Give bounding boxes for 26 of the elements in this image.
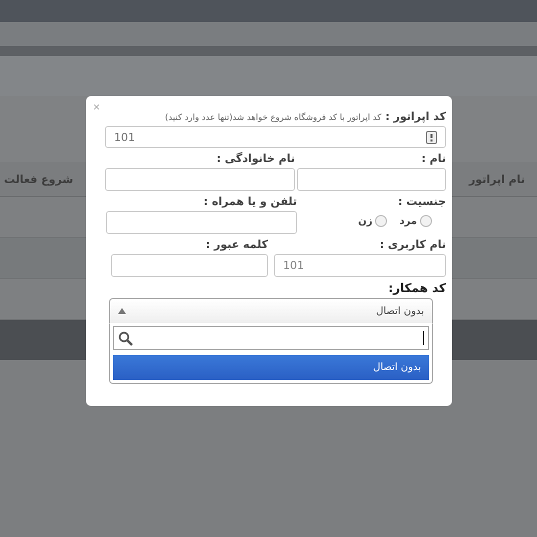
field-label: جنسیت : bbox=[397, 195, 446, 208]
column-header: شروع فعالت bbox=[4, 172, 74, 186]
radio-button[interactable] bbox=[420, 215, 432, 227]
field-hint: کد اپراتور با کد فروشگاه شروع خواهد شد(تنها عدد وارد کنید) bbox=[165, 113, 382, 123]
caret-icon bbox=[118, 308, 126, 314]
phone-field[interactable] bbox=[106, 211, 297, 234]
field-label: نام خانوادگی : bbox=[216, 152, 295, 165]
radio-label: زن bbox=[358, 216, 372, 226]
field-label: نام : bbox=[420, 152, 446, 165]
field-label: کد همکار: bbox=[387, 281, 446, 295]
radio-button[interactable] bbox=[375, 215, 388, 227]
column-header: نام اپراتور bbox=[468, 172, 525, 186]
close-button[interactable]: × bbox=[93, 101, 100, 113]
last-name-field[interactable] bbox=[105, 168, 295, 191]
operator-code-field[interactable]: 101 bbox=[105, 126, 446, 148]
password-field[interactable] bbox=[111, 254, 268, 277]
field-label: کد اپراتور : bbox=[385, 110, 446, 123]
radio-label: مرد bbox=[399, 216, 417, 226]
field-label: کلمه عبور : bbox=[204, 238, 268, 251]
field-label: تلفن و یا همراه : bbox=[202, 195, 297, 208]
dropdown-option[interactable]: بدون اتصال bbox=[113, 355, 429, 380]
partner-code-select[interactable]: بدون اتصال bbox=[109, 298, 433, 324]
first-name-field[interactable] bbox=[297, 168, 446, 191]
search-icon bbox=[118, 330, 133, 346]
search-field[interactable] bbox=[113, 326, 429, 350]
field-label: نام کاربری : bbox=[378, 238, 446, 251]
